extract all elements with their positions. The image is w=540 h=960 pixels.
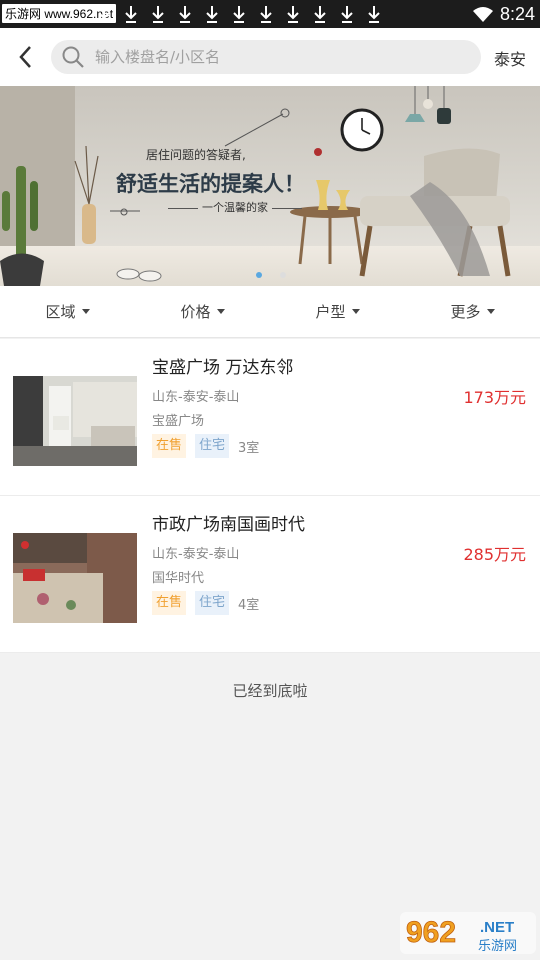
listing-title: 宝盛广场 万达东邻 <box>152 358 294 378</box>
download-icon <box>123 3 139 25</box>
listing-item[interactable]: 市政广场南国画时代 山东-泰安-泰山 国华时代 285万元 在售 住宅 4室 <box>0 496 540 653</box>
clock: 8:24 <box>500 4 536 24</box>
caret-down-icon <box>351 309 360 314</box>
download-icon <box>150 3 166 25</box>
type-badge: 住宅 <box>195 591 230 615</box>
chevron-left-icon <box>19 46 31 68</box>
notification-icons <box>96 3 382 25</box>
slippers <box>116 268 162 282</box>
filter-label: 区域 <box>45 303 76 321</box>
listing-price: 173万元 <box>463 388 526 407</box>
download-icon <box>177 3 193 25</box>
banner-line1: 居住问题的答疑者, <box>146 148 246 162</box>
pendant-lamps <box>405 86 451 124</box>
caret-down-icon <box>216 309 225 314</box>
room-count: 3室 <box>238 440 260 456</box>
room-count: 4室 <box>238 597 260 613</box>
download-icon <box>339 3 355 25</box>
search-bar[interactable] <box>51 40 481 74</box>
listing-list: 宝盛广场 万达东邻 山东-泰安-泰山 宝盛广场 173万元 在售 住宅 3室 市… <box>0 339 540 653</box>
download-icon <box>312 3 328 25</box>
download-icon <box>258 3 274 25</box>
filter-area[interactable]: 区域 <box>0 286 135 337</box>
top-bar: 泰安 <box>0 28 540 86</box>
pagination-dot-active[interactable] <box>256 272 262 278</box>
status-badge: 在售 <box>152 434 187 458</box>
cactus-plant <box>0 166 44 286</box>
listing-photo <box>13 533 137 623</box>
end-of-list-text: 已经到底啦 <box>0 655 540 727</box>
svg-text:962: 962 <box>406 916 456 949</box>
download-icon <box>285 3 301 25</box>
status-badge: 在售 <box>152 591 187 615</box>
pagination-dot[interactable] <box>280 272 286 278</box>
wall-clock <box>340 108 384 152</box>
listing-tags: 在售 住宅 3室 <box>152 434 259 458</box>
city-selector[interactable]: 泰安 <box>494 46 526 70</box>
download-icon <box>231 3 247 25</box>
banner-pagination <box>256 272 286 278</box>
listing-title: 市政广场南国画时代 <box>152 515 305 535</box>
filter-label: 户型 <box>315 303 346 321</box>
site-watermark-logo: 962 .NET 乐游网 <box>400 910 536 956</box>
download-icon <box>366 3 382 25</box>
listing-photo <box>13 376 137 466</box>
listing-estate: 国华时代 <box>152 571 205 586</box>
download-icon <box>204 3 220 25</box>
banner-line3: 一个温馨的家 <box>164 199 306 215</box>
caret-down-icon <box>81 309 90 314</box>
download-icon <box>96 3 112 25</box>
search-input[interactable] <box>95 40 465 74</box>
listing-estate: 宝盛广场 <box>152 414 205 429</box>
search-icon <box>61 45 85 73</box>
listing-item[interactable]: 宝盛广场 万达东邻 山东-泰安-泰山 宝盛广场 173万元 在售 住宅 3室 <box>0 339 540 496</box>
back-button[interactable] <box>12 42 40 72</box>
type-badge: 住宅 <box>195 434 230 458</box>
filter-price[interactable]: 价格 <box>135 286 270 337</box>
armchair <box>359 148 511 277</box>
svg-text:.NET: .NET <box>480 919 514 936</box>
filter-label: 更多 <box>450 303 481 321</box>
listing-tags: 在售 住宅 4室 <box>152 591 259 615</box>
caret-down-icon <box>486 309 495 314</box>
filter-label: 价格 <box>180 303 211 321</box>
banner-headline: 舒适生活的提案人！ <box>116 172 305 196</box>
wifi-icon <box>472 6 494 26</box>
listing-price: 285万元 <box>463 545 526 564</box>
filter-layout[interactable]: 户型 <box>270 286 405 337</box>
promo-banner[interactable]: 居住问题的答疑者, 舒适生活的提案人！ 一个温馨的家 <box>0 86 540 286</box>
listing-location: 山东-泰安-泰山 <box>152 547 240 562</box>
status-bar: 乐游网 www.962.net 8:24 <box>0 0 540 28</box>
filter-more[interactable]: 更多 <box>405 286 540 337</box>
listing-location: 山东-泰安-泰山 <box>152 390 240 405</box>
filter-bar: 区域 价格 户型 更多 <box>0 286 540 338</box>
svg-text:乐游网: 乐游网 <box>478 939 517 954</box>
branch-vase <box>74 145 99 244</box>
